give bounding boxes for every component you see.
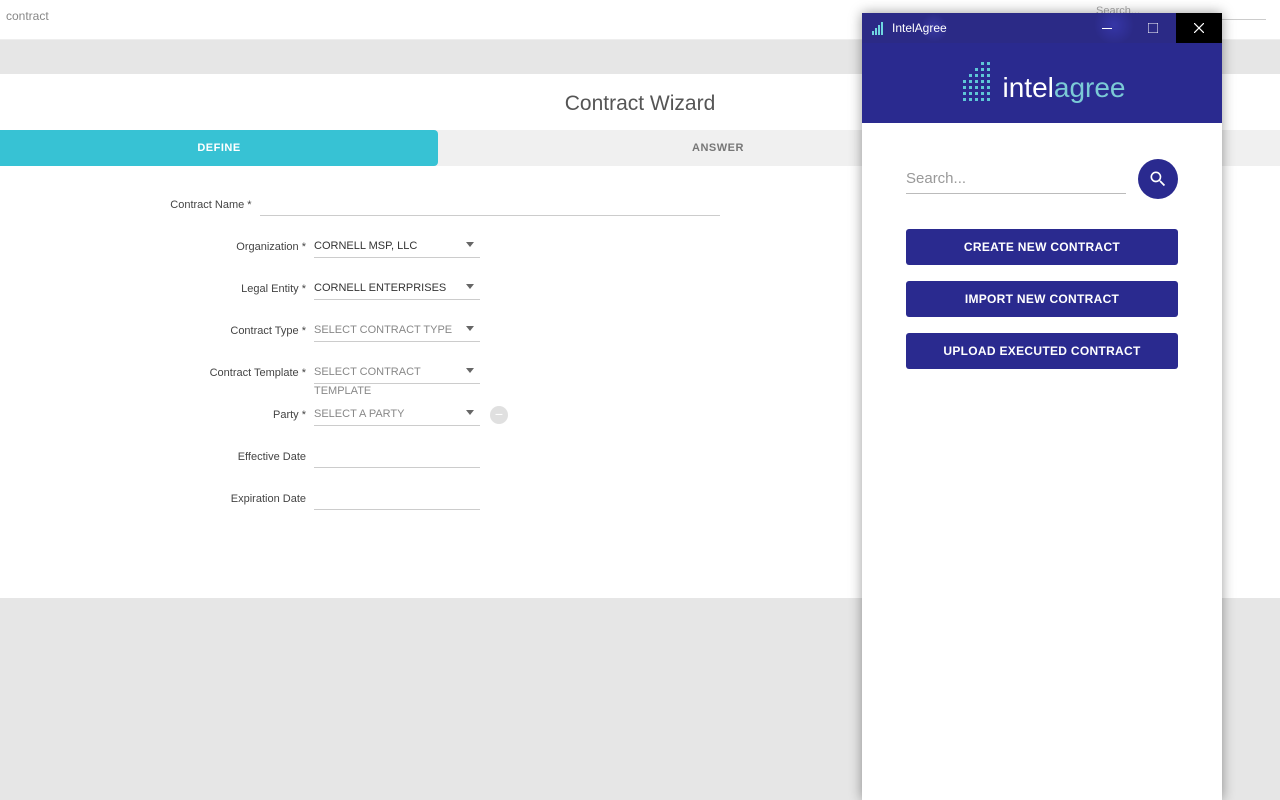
chevron-down-icon	[466, 326, 474, 331]
chevron-down-icon	[466, 368, 474, 373]
organization-value: CORNELL MSP, LLC	[314, 240, 417, 252]
party-select[interactable]: SELECT A PARTY	[314, 404, 480, 426]
expiration-date-input[interactable]	[314, 488, 480, 510]
maximize-button[interactable]	[1130, 13, 1176, 43]
label-expiration-date: Expiration Date	[0, 493, 314, 505]
contract-name-input[interactable]	[260, 194, 720, 216]
label-organization: Organization *	[0, 241, 314, 253]
remove-party-button[interactable]: −	[490, 406, 508, 424]
contract-type-select[interactable]: SELECT CONTRACT TYPE	[314, 320, 480, 342]
brand-part2: agree	[1054, 72, 1126, 104]
search-icon	[1148, 169, 1168, 189]
chevron-down-icon	[466, 242, 474, 247]
label-legal-entity: Legal Entity *	[0, 283, 314, 295]
party-value: SELECT A PARTY	[314, 408, 405, 420]
label-contract-template: Contract Template *	[0, 367, 314, 379]
brand-part1: intel	[1003, 72, 1054, 104]
label-effective-date: Effective Date	[0, 451, 314, 463]
sidebar-search-button[interactable]	[1138, 159, 1178, 199]
intelagree-window: IntelAgree	[862, 13, 1222, 800]
sidebar-panel: CREATE NEW CONTRACT IMPORT NEW CONTRACT …	[862, 123, 1222, 369]
create-contract-button[interactable]: CREATE NEW CONTRACT	[906, 229, 1178, 265]
effective-date-input[interactable]	[314, 446, 480, 468]
step-define[interactable]: DEFINE	[0, 130, 438, 166]
label-contract-type: Contract Type *	[0, 325, 314, 337]
wizard-form: Contract Name * Organization * CORNELL M…	[0, 184, 720, 520]
contract-template-value: SELECT CONTRACT TEMPLATE	[314, 366, 421, 397]
minimize-button[interactable]	[1084, 13, 1130, 43]
logo-dots-icon	[959, 62, 995, 104]
titlebar: IntelAgree	[862, 13, 1222, 43]
label-contract-name: Contract Name *	[0, 199, 260, 211]
organization-select[interactable]: CORNELL MSP, LLC	[314, 236, 480, 258]
legal-entity-select[interactable]: CORNELL ENTERPRISES	[314, 278, 480, 300]
breadcrumb: contract	[6, 9, 49, 23]
legal-entity-value: CORNELL ENTERPRISES	[314, 282, 446, 294]
close-button[interactable]	[1176, 13, 1222, 43]
contract-type-value: SELECT CONTRACT TYPE	[314, 324, 452, 336]
window-title: IntelAgree	[892, 21, 947, 35]
label-party: Party *	[0, 409, 314, 421]
chevron-down-icon	[466, 410, 474, 415]
app-icon	[872, 21, 884, 35]
contract-template-select[interactable]: SELECT CONTRACT TEMPLATE	[314, 362, 480, 384]
brand-logo: intelagree	[959, 62, 1126, 104]
chevron-down-icon	[466, 284, 474, 289]
logo-area: intelagree	[862, 43, 1222, 123]
import-contract-button[interactable]: IMPORT NEW CONTRACT	[906, 281, 1178, 317]
upload-contract-button[interactable]: UPLOAD EXECUTED CONTRACT	[906, 333, 1178, 369]
sidebar-search-input[interactable]	[906, 164, 1126, 194]
